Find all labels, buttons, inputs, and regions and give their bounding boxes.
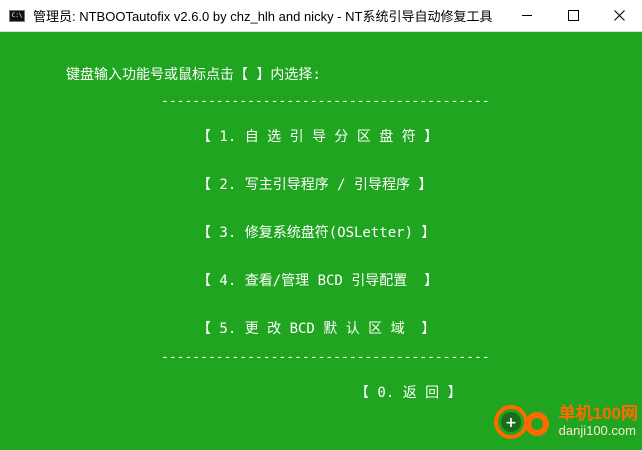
- close-icon: [613, 10, 625, 21]
- separator-top: ----------------------------------------…: [161, 94, 490, 109]
- menu-item-0-back[interactable]: 【 0. 返 回 】: [355, 382, 462, 402]
- menu-item-5-change-bcd-default[interactable]: 【 5. 更 改 BCD 默 认 区 域 】: [197, 318, 435, 338]
- watermark-domain: danji100.com: [558, 423, 636, 438]
- menu-item-3-fix-os-letter[interactable]: 【 3. 修复系统盘符(OSLetter) 】: [197, 222, 435, 242]
- menu-prompt: 键盘输入功能号或鼠标点击【 】内选择:: [66, 67, 321, 83]
- menu-item-1-select-boot-partition[interactable]: 【 1. 自 选 引 导 分 区 盘 符 】: [197, 126, 438, 146]
- maximize-icon: [567, 10, 579, 21]
- window-controls: [504, 0, 642, 31]
- watermark-text: 单机100网 danji100.com: [559, 405, 638, 439]
- maximize-button[interactable]: [550, 0, 596, 31]
- menu-item-2-write-boot-code[interactable]: 【 2. 写主引导程序 / 引导程序 】: [197, 174, 432, 194]
- title-bar[interactable]: C:\ 管理员: NTBOOTautofix v2.6.0 by chz_hlh…: [0, 0, 642, 32]
- minimize-button[interactable]: [504, 0, 550, 31]
- separator-bottom: ----------------------------------------…: [161, 350, 490, 365]
- console-app-icon: C:\: [9, 9, 25, 22]
- svg-text:+: +: [505, 415, 517, 431]
- console-window: C:\ 管理员: NTBOOTautofix v2.6.0 by chz_hlh…: [0, 0, 642, 450]
- menu-item-4-manage-bcd[interactable]: 【 4. 查看/管理 BCD 引导配置 】: [197, 270, 438, 290]
- minimize-icon: [521, 15, 532, 16]
- close-button[interactable]: [596, 0, 642, 31]
- watermark-site-name: 单机100网: [558, 404, 638, 423]
- window-title: 管理员: NTBOOTautofix v2.6.0 by chz_hlh and…: [33, 9, 493, 24]
- watermark: + 单机100网 danji100.com: [493, 398, 638, 446]
- watermark-logo-icon: +: [493, 398, 557, 446]
- console-body: 键盘输入功能号或鼠标点击【 】内选择: --------------------…: [0, 32, 642, 450]
